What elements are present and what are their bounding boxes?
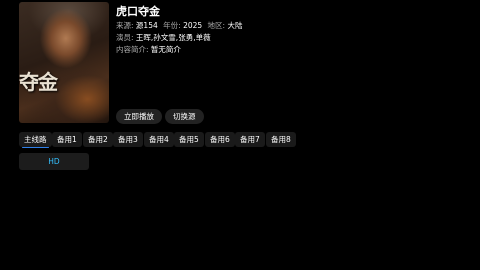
meta-row-source: 来源: 源154 年份: 2025 地区: 大陆 (116, 20, 245, 31)
source-tab-backup2[interactable]: 备用2 (83, 132, 113, 147)
source-tab-label: 主线路 (24, 135, 47, 144)
source-tab-backup1[interactable]: 备用1 (52, 132, 82, 147)
year-value: 2025 (183, 21, 203, 30)
actors-value: 王晖,孙文雪,张勇,单薇 (135, 33, 211, 42)
source-tab-main[interactable]: 主线路 (19, 132, 52, 148)
episode-button-hd[interactable]: HD (19, 153, 89, 170)
source-tab-backup6[interactable]: 备用6 (205, 132, 235, 147)
source-tab-backup5[interactable]: 备用5 (174, 132, 204, 147)
region-label: 地区: (207, 21, 226, 30)
year-label: 年份: (163, 21, 181, 30)
actors-label: 演员: (116, 33, 134, 42)
source-tab-backup8[interactable]: 备用8 (266, 132, 296, 147)
intro-value: 暂无简介 (150, 45, 181, 54)
movie-title: 虎口夺金 (116, 5, 160, 18)
active-tab-indicator (22, 146, 49, 148)
source-tab-backup7[interactable]: 备用7 (235, 132, 265, 147)
intro-label: 内容简介: (116, 45, 149, 54)
meta-row-actors: 演员: 王晖,孙文雪,张勇,单薇 (116, 32, 214, 43)
switch-source-button[interactable]: 切换源 (165, 109, 204, 124)
play-now-button[interactable]: 立即播放 (116, 109, 162, 124)
poster-image: 夺金 (19, 2, 109, 123)
source-label: 来源: (116, 21, 134, 30)
source-tab-backup3[interactable]: 备用3 (113, 132, 143, 147)
source-value: 源154 (135, 21, 158, 30)
poster-title-text: 夺金 (19, 70, 58, 94)
region-value: 大陆 (227, 21, 243, 30)
source-tab-backup4[interactable]: 备用4 (144, 132, 174, 147)
poster-glow (55, 74, 109, 123)
meta-row-intro: 内容简介: 暂无简介 (116, 44, 184, 55)
